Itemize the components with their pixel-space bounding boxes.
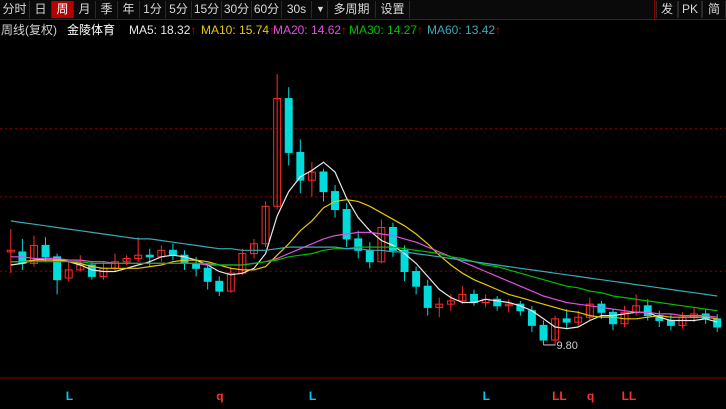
- candle-body-55: [643, 305, 652, 317]
- period-tab-2[interactable]: 周: [52, 1, 74, 18]
- up-arrow-icon: ↑: [417, 23, 424, 37]
- period-tab-7[interactable]: 5分: [166, 1, 192, 18]
- period-tab-0[interactable]: 分时: [0, 1, 30, 18]
- candle-body-36: [423, 285, 432, 308]
- ma-value-3-text: MA30: 14.27: [349, 23, 418, 37]
- ma-value-2-text: MA20: 14.62: [273, 23, 342, 37]
- ma-value-4-text: MA60: 13.42: [427, 23, 496, 37]
- toolbar-right-button-0[interactable]: 发: [656, 1, 678, 18]
- period-tab-1[interactable]: 日: [30, 1, 52, 18]
- ma-line-ma10: [10, 199, 718, 320]
- ma-value-2: MA20: 14.62↑: [273, 20, 347, 40]
- ma-value-3: MA30: 14.27↑: [349, 20, 423, 40]
- multi-period-button[interactable]: 多周期: [328, 1, 376, 18]
- settings-button[interactable]: 设置: [376, 1, 410, 18]
- up-arrow-icon: ↑: [190, 23, 197, 37]
- period-tab-6[interactable]: 1分: [140, 1, 166, 18]
- candle-body-17: [203, 267, 212, 282]
- candle-body-61: [713, 318, 722, 328]
- candle-body-46: [539, 324, 548, 341]
- period-tab-8[interactable]: 15分: [192, 1, 222, 18]
- up-arrow-icon: ↑: [495, 23, 502, 37]
- signal-2: L: [309, 389, 316, 403]
- ma-value-4: MA60: 13.42↑: [427, 20, 501, 40]
- candle-body-14: [168, 249, 177, 256]
- ma-line-ma5: [10, 161, 718, 330]
- stock-name-label: 金陵体育: [67, 20, 115, 40]
- candle-body-35: [412, 271, 421, 287]
- stock-name-label-text: 金陵体育: [67, 23, 116, 37]
- ma-value-1-text: MA10: 15.74: [201, 23, 270, 37]
- ma-line-ma30: [10, 246, 718, 312]
- ma-value-1: MA10: 15.74↑: [201, 20, 275, 40]
- candle-body-18: [215, 280, 224, 292]
- candle-body-12: [145, 254, 154, 258]
- kline-chart: 9.80L q L L LL q LL: [0, 74, 726, 403]
- signal-3: L: [483, 389, 490, 403]
- ma-value-0-text: MA5: 18.32: [129, 23, 191, 37]
- period-tab-9[interactable]: 30分: [222, 1, 252, 18]
- period-tab-5[interactable]: 年: [118, 1, 140, 18]
- ma-value-0: MA5: 18.32↑: [129, 20, 196, 40]
- period-tab-11[interactable]: 30s: [282, 1, 312, 18]
- candle-body-31: [365, 249, 374, 263]
- toolbar-right-button-2[interactable]: 简: [702, 1, 726, 18]
- period-dropdown-icon[interactable]: ▼: [314, 1, 328, 18]
- signal-6: LL: [622, 389, 637, 403]
- period-tab-10[interactable]: 60分: [252, 1, 282, 18]
- signal-1: q: [216, 389, 223, 403]
- period-tab-4[interactable]: 季: [96, 1, 118, 18]
- toolbar: 分时日周月季年 1分 5分 15分 30分 60分 30s ▼ 多周期 设置 发 PK 简: [0, 0, 726, 20]
- signal-4: LL: [552, 389, 567, 403]
- low-marker-label: 9.80: [557, 340, 578, 352]
- chart-type-label: 周线(复权): [1, 20, 57, 40]
- signal-0: L: [66, 389, 73, 403]
- candle-body-24: [284, 98, 293, 153]
- toolbar-divider: [654, 0, 655, 19]
- toolbar-right-button-1[interactable]: PK: [678, 1, 702, 18]
- candle-body-3: [41, 244, 50, 258]
- signal-5: q: [587, 389, 594, 403]
- candle-body-57: [666, 319, 675, 326]
- period-tab-3[interactable]: 月: [74, 1, 96, 18]
- indicator-bar: 周线(复权) 金陵体育 MA5: 18.32↑ MA10: 15.74↑ MA20: 1…: [0, 20, 726, 40]
- candle-body-48: [562, 318, 571, 323]
- candle-body-27: [319, 171, 328, 193]
- ma-line-ma20: [10, 231, 718, 318]
- up-arrow-icon: ↑: [341, 23, 348, 37]
- chart-type-label-text: 周线(复权): [1, 23, 57, 37]
